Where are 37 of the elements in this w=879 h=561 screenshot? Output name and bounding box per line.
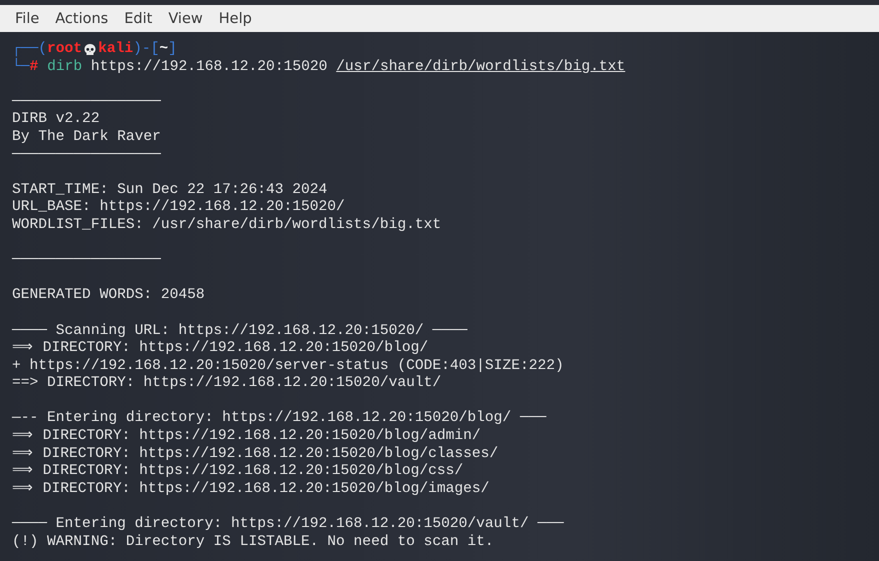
output-line: ──── Entering directory: https://192.168.12.20:15020/vault/ ─── [12, 516, 564, 534]
output-line: ==> DIRECTORY: https://192.168.12.20:15020/vault/ [12, 375, 442, 393]
output-line: DIRB v2.22 [12, 111, 100, 129]
menu-item[interactable]: File [7, 10, 48, 26]
prompt-text: root [47, 41, 82, 59]
prompt-text: kali [98, 41, 134, 59]
output-line: ⟹ DIRECTORY: https://192.168.12.20:15020/blog/css/ [12, 463, 464, 481]
output-line: GENERATED WORDS: 20458 [12, 287, 205, 305]
output-line: —-- Entering directory: https://192.168.12.20:15020/blog/ ─── [12, 410, 546, 428]
prompt-text: dirb [47, 58, 82, 76]
menu-item[interactable]: Edit [116, 10, 160, 26]
output-line: ⟹ DIRECTORY: https://192.168.12.20:15020/blog/admin/ [12, 428, 481, 446]
prompt-text: https://192.168.12.20:15020 [90, 58, 328, 76]
output-line: ──── Scanning URL: https://192.168.12.20:15020/ ──── [12, 322, 468, 340]
output-line: By The Dark Raver [12, 128, 161, 147]
menu-item[interactable]: View [160, 10, 211, 26]
output-line: ⟹ DIRECTORY: https://192.168.12.20:15020/blog/ [12, 340, 428, 358]
prompt-text: )-[ [133, 41, 160, 59]
output-line: WORDLIST_FILES: /usr/share/dirb/wordlists/big.txt [12, 216, 442, 235]
output-line: START_TIME: Sun Dec 22 17:26:43 2024 [12, 182, 328, 199]
menu-item[interactable]: Help [210, 10, 260, 26]
separator-line: ───────────────── [12, 94, 161, 112]
prompt-text: ┌──( [12, 41, 48, 58]
output-line: + https://192.168.12.20:15020/server-status (CODE:403|SIZE:222) [12, 358, 564, 375]
menu-item[interactable]: Actions [47, 10, 116, 26]
output-line: (!) WARNING: Directory IS LISTABLE. No need to scan it. [12, 534, 494, 552]
separator-line: ───────────────── [12, 252, 161, 270]
prompt-text: ] [168, 41, 177, 59]
prompt-text: └─ [12, 58, 30, 76]
prompt-text: /usr/share/dirb/wordlists/big.txt [336, 58, 626, 76]
prompt-text: # [30, 58, 38, 76]
output-line: ⟹ DIRECTORY: https://192.168.12.20:15020/blog/classes/ [12, 446, 498, 463]
separator-line: ───────────────── [12, 146, 161, 164]
prompt-text: ~ [159, 41, 168, 59]
output-line: ⟹ DIRECTORY: https://192.168.12.20:15020/blog/images/ [12, 480, 490, 498]
output-line: URL_BASE: https://192.168.12.20:15020/ [12, 199, 345, 217]
skull-icon [83, 42, 98, 57]
